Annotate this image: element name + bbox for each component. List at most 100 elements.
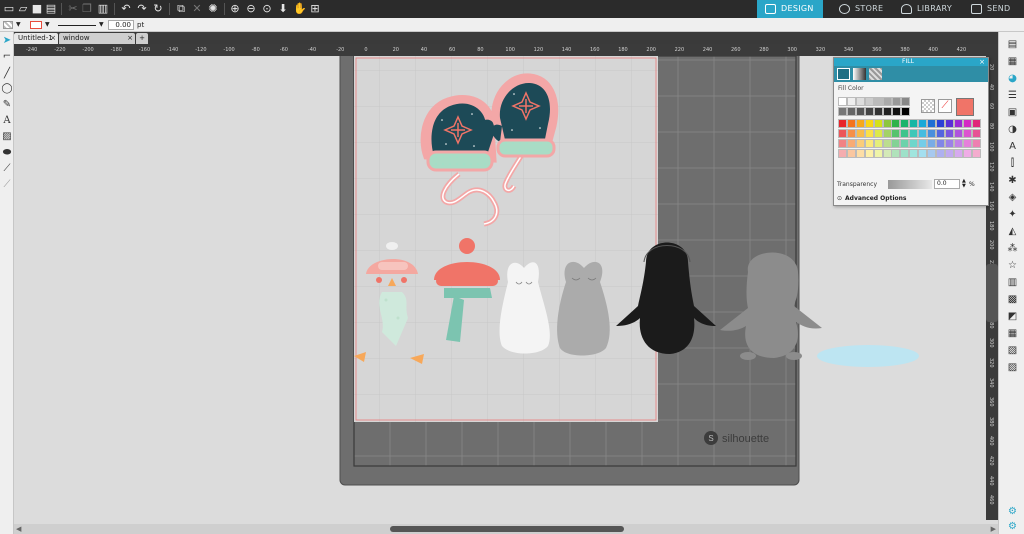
color-swatch[interactable] bbox=[953, 119, 963, 128]
chevron-down-icon[interactable]: ▼ bbox=[99, 21, 104, 28]
tab-design[interactable]: DESIGN bbox=[757, 0, 823, 18]
point-edit-icon[interactable]: ⌐ bbox=[1, 51, 13, 63]
horizontal-scrollbar[interactable]: ◀ ▶ bbox=[14, 524, 998, 534]
paste-icon[interactable]: ▥ bbox=[97, 3, 109, 15]
color-swatch[interactable] bbox=[962, 139, 972, 148]
add-tab-button[interactable]: + bbox=[136, 33, 148, 44]
color-swatch[interactable] bbox=[838, 107, 847, 116]
no-fill-swatch[interactable] bbox=[921, 99, 935, 113]
color-swatch[interactable] bbox=[846, 149, 856, 158]
color-swatch[interactable] bbox=[918, 119, 928, 128]
chevron-down-icon[interactable]: ▼ bbox=[45, 21, 50, 28]
color-swatch[interactable] bbox=[962, 119, 972, 128]
pan-down-icon[interactable]: ⬇ bbox=[277, 3, 289, 15]
close-icon[interactable]: × bbox=[127, 33, 133, 44]
color-swatch[interactable] bbox=[971, 119, 981, 128]
color-swatch[interactable] bbox=[855, 129, 865, 138]
scrollbar-thumb[interactable] bbox=[390, 526, 624, 532]
color-swatch[interactable] bbox=[838, 149, 847, 158]
color-swatch[interactable] bbox=[918, 149, 928, 158]
line-style-icon[interactable] bbox=[58, 25, 96, 26]
color-swatch[interactable] bbox=[901, 97, 910, 106]
color-swatch[interactable] bbox=[882, 129, 892, 138]
color-swatch[interactable] bbox=[856, 107, 865, 116]
select-all-icon[interactable]: ✺ bbox=[207, 3, 219, 15]
color-swatch[interactable] bbox=[891, 129, 901, 138]
solid-fill-icon[interactable] bbox=[837, 68, 850, 80]
new-icon[interactable]: ▭ bbox=[3, 3, 15, 15]
color-swatch[interactable] bbox=[909, 139, 919, 148]
copy-icon[interactable]: ❐ bbox=[81, 3, 93, 15]
scroll-right-icon[interactable]: ▶ bbox=[991, 525, 996, 533]
color-swatch[interactable] bbox=[855, 149, 865, 158]
vertical-scroll-thumb[interactable] bbox=[986, 264, 998, 322]
color-swatch[interactable] bbox=[864, 139, 874, 148]
color-swatch[interactable] bbox=[855, 139, 865, 148]
color-swatch[interactable] bbox=[874, 97, 883, 106]
zoom-in-icon[interactable]: ⊕ bbox=[229, 3, 241, 15]
color-swatch[interactable] bbox=[846, 119, 856, 128]
color-swatch[interactable] bbox=[909, 129, 919, 138]
color-swatch[interactable] bbox=[935, 139, 945, 148]
color-swatch[interactable] bbox=[891, 119, 901, 128]
color-swatch[interactable] bbox=[944, 139, 954, 148]
pix-scan-icon[interactable]: ▦ bbox=[1006, 327, 1019, 340]
knife-tool-icon[interactable]: ⟋ bbox=[1, 163, 13, 175]
selected-color-swatch[interactable] bbox=[956, 98, 974, 116]
ice-puddle-graphic[interactable] bbox=[817, 345, 919, 367]
color-swatch[interactable] bbox=[864, 149, 874, 158]
color-swatch[interactable] bbox=[971, 129, 981, 138]
scroll-left-icon[interactable]: ◀ bbox=[16, 525, 21, 533]
color-swatch[interactable] bbox=[927, 139, 936, 148]
group-icon[interactable]: ⧉ bbox=[175, 3, 187, 15]
color-swatch[interactable] bbox=[882, 149, 892, 158]
color-swatch[interactable] bbox=[953, 149, 963, 158]
line-tool-icon[interactable]: ╱ bbox=[1, 68, 13, 80]
color-swatch[interactable] bbox=[847, 97, 856, 106]
help-icon[interactable]: ⚙ bbox=[1006, 520, 1019, 533]
color-swatch[interactable] bbox=[891, 149, 901, 158]
pattern-fill-icon[interactable] bbox=[869, 68, 882, 80]
color-swatch[interactable] bbox=[847, 107, 856, 116]
color-swatch[interactable] bbox=[838, 97, 847, 106]
color-swatch[interactable] bbox=[971, 139, 981, 148]
library-panel-icon[interactable]: ▧ bbox=[1006, 344, 1019, 357]
color-swatch[interactable] bbox=[935, 149, 945, 158]
color-swatch[interactable] bbox=[882, 139, 892, 148]
color-swatch[interactable] bbox=[935, 129, 945, 138]
color-swatch[interactable] bbox=[909, 149, 919, 158]
pan-hand-icon[interactable]: ✋ bbox=[293, 3, 307, 15]
transform-icon[interactable]: ☆ bbox=[1006, 259, 1019, 272]
color-swatch[interactable] bbox=[892, 107, 901, 116]
transparency-slider[interactable] bbox=[888, 180, 932, 189]
print-icon[interactable]: ▤ bbox=[45, 3, 57, 15]
color-swatch[interactable] bbox=[891, 139, 901, 148]
tab-library[interactable]: LIBRARY bbox=[893, 0, 959, 18]
pencil-tool-icon[interactable]: ✎ bbox=[1, 99, 13, 111]
save-icon[interactable]: ■ bbox=[31, 3, 43, 15]
nesting-icon[interactable]: ⁂ bbox=[1006, 242, 1019, 255]
color-swatch[interactable] bbox=[873, 129, 883, 138]
align-icon[interactable]: ⫿ bbox=[1006, 157, 1019, 170]
color-swatch[interactable] bbox=[865, 97, 874, 106]
color-swatch[interactable] bbox=[971, 149, 981, 158]
color-swatch[interactable] bbox=[962, 129, 972, 138]
eyedropper-icon[interactable]: ⟋ bbox=[1, 179, 13, 191]
page-setup-icon[interactable]: ▤ bbox=[1006, 38, 1019, 51]
color-swatch[interactable] bbox=[909, 119, 919, 128]
line-width-input[interactable]: 0.00 bbox=[108, 20, 134, 30]
text-style-icon[interactable]: A bbox=[1006, 140, 1019, 153]
fill-swatch-icon[interactable] bbox=[3, 21, 13, 29]
ellipse-tool-icon[interactable]: ◯ bbox=[1, 83, 13, 95]
undo-icon[interactable]: ↶ bbox=[120, 3, 132, 15]
color-swatch[interactable] bbox=[901, 107, 910, 116]
color-swatch[interactable] bbox=[846, 129, 856, 138]
eraser-icon[interactable]: ⬬ bbox=[1, 147, 13, 159]
tab-send[interactable]: SEND bbox=[963, 0, 1023, 18]
trace-icon[interactable]: ◭ bbox=[1006, 225, 1019, 238]
color-swatch[interactable] bbox=[846, 139, 856, 148]
color-swatch[interactable] bbox=[838, 139, 847, 148]
color-swatch[interactable] bbox=[882, 119, 892, 128]
refresh-icon[interactable]: ↻ bbox=[152, 3, 164, 15]
select-tool-icon[interactable]: ➤ bbox=[1, 35, 13, 47]
